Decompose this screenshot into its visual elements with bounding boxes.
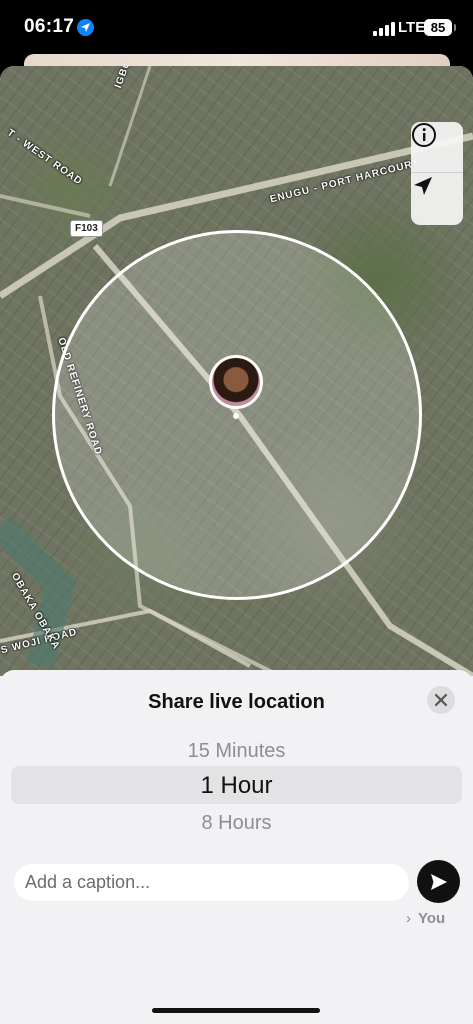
send-icon xyxy=(430,873,447,890)
battery-icon: 85 xyxy=(424,19,456,36)
home-indicator[interactable] xyxy=(152,1008,320,1013)
status-bar: 06:17 LTE 85 xyxy=(0,0,473,58)
duration-option-selected[interactable]: 1 Hour xyxy=(0,772,473,800)
signal-icon xyxy=(373,22,395,36)
background-sheet-edge xyxy=(24,54,450,66)
current-location-button[interactable] xyxy=(411,174,463,225)
caption-input[interactable] xyxy=(14,864,409,901)
info-icon xyxy=(412,123,436,147)
location-arrow-icon xyxy=(77,19,94,36)
share-location-sheet: Share live location 15 Minutes 1 Hour 8 … xyxy=(0,670,473,1024)
map-view[interactable]: IGBO ETCHE T - WEST ROAD ENUGU - PORT HA… xyxy=(0,66,473,676)
close-button[interactable] xyxy=(427,686,455,714)
map-controls xyxy=(411,122,463,225)
navigation-arrow-icon xyxy=(414,177,432,195)
location-share-card: IGBO ETCHE T - WEST ROAD ENUGU - PORT HA… xyxy=(0,66,473,1024)
duration-option-8-hours[interactable]: 8 Hours xyxy=(0,812,473,835)
recipient-label: You xyxy=(418,910,446,927)
avatar[interactable] xyxy=(209,355,263,409)
map-info-button[interactable] xyxy=(411,122,463,173)
sheet-title: Share live location xyxy=(148,691,325,713)
route-shield-f103: F103 xyxy=(70,220,103,237)
location-dot xyxy=(233,413,239,419)
recipient-selector[interactable]: › You xyxy=(406,910,445,927)
network-type: LTE xyxy=(398,19,426,36)
status-time: 06:17 xyxy=(24,16,75,37)
close-icon xyxy=(435,694,447,706)
duration-option-15-minutes[interactable]: 15 Minutes xyxy=(0,740,473,763)
send-button[interactable] xyxy=(417,860,460,903)
chevron-right-icon: › xyxy=(406,910,411,927)
